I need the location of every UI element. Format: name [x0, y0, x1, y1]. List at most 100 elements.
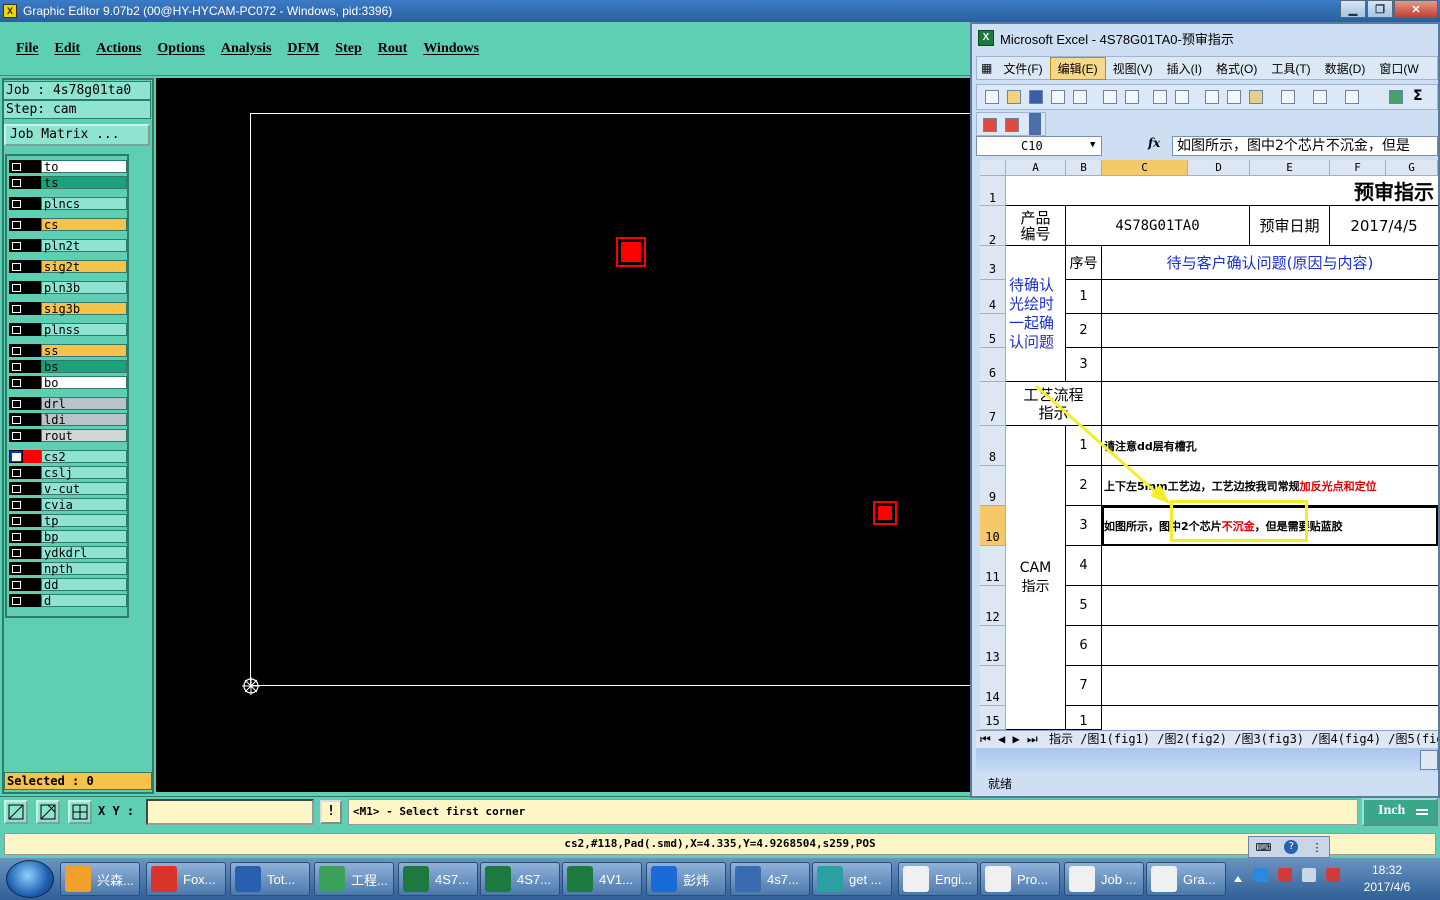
- layer-row-bo[interactable]: bo: [9, 375, 127, 390]
- layer-row-cslj[interactable]: cslj: [9, 465, 127, 480]
- layer-name[interactable]: sig3b: [41, 302, 127, 315]
- layer-checkbox[interactable]: [9, 466, 23, 479]
- layer-row-sig3b[interactable]: sig3b: [9, 301, 127, 316]
- sheet-nav-icon[interactable]: ⏮ ◀ ▶ ⏭: [976, 732, 1042, 746]
- print-icon[interactable]: [1103, 90, 1117, 104]
- excel-titlebar[interactable]: X Microsoft Excel - 4S78G01TA0-预审指示: [972, 24, 1438, 52]
- xy-input[interactable]: [146, 799, 314, 825]
- excel-menu-data[interactable]: 数据(D): [1318, 58, 1373, 79]
- cut-icon[interactable]: [1205, 90, 1219, 104]
- layer-checkbox[interactable]: [9, 344, 23, 357]
- layer-checkbox[interactable]: [9, 176, 23, 189]
- layer-color-swatch[interactable]: [23, 530, 41, 543]
- toolbar-options-icon[interactable]: [1029, 113, 1041, 135]
- layer-checkbox[interactable]: [9, 218, 23, 231]
- layer-checkbox[interactable]: [9, 397, 23, 410]
- layer-color-swatch[interactable]: [23, 302, 41, 315]
- start-button[interactable]: [6, 860, 54, 898]
- layer-name[interactable]: cslj: [41, 466, 127, 479]
- layer-row-dd[interactable]: dd: [9, 577, 127, 592]
- layer-name[interactable]: to: [41, 160, 127, 173]
- menu-edit[interactable]: Edit: [55, 41, 81, 57]
- tray-expand-icon[interactable]: [1234, 874, 1242, 882]
- unit-selector[interactable]: Inch: [1362, 798, 1438, 826]
- smd-pad-1[interactable]: [616, 237, 646, 267]
- excel-menu-edit[interactable]: 编辑(E): [1049, 56, 1106, 80]
- layer-checkbox[interactable]: [9, 498, 23, 511]
- menu-options[interactable]: Options: [157, 41, 204, 57]
- layer-name[interactable]: cvia: [41, 498, 127, 511]
- tray-flag-icon[interactable]: [1278, 868, 1292, 882]
- layer-color-swatch[interactable]: [23, 360, 41, 373]
- layer-name[interactable]: tp: [41, 514, 127, 527]
- save-icon[interactable]: [1029, 90, 1043, 104]
- autosum-icon[interactable]: Σ: [1413, 88, 1423, 104]
- layer-color-swatch[interactable]: [23, 397, 41, 410]
- spreadsheet-grid[interactable]: A B C D E F G 1 2 3 4 5 6 7 8 9 10 11 12…: [980, 160, 1438, 730]
- taskbar-item[interactable]: Pro...: [980, 862, 1060, 896]
- permission-icon[interactable]: [1051, 90, 1065, 104]
- layer-checkbox[interactable]: [9, 530, 23, 543]
- layer-color-swatch[interactable]: [23, 176, 41, 189]
- spelling-icon[interactable]: [1153, 90, 1167, 104]
- layer-checkbox[interactable]: [9, 450, 23, 463]
- layer-color-swatch[interactable]: [23, 323, 41, 336]
- layer-checkbox[interactable]: [9, 562, 23, 575]
- redo-icon[interactable]: [1345, 90, 1359, 104]
- layer-checkbox[interactable]: [9, 546, 23, 559]
- undo-icon[interactable]: [1313, 90, 1327, 104]
- excel-toolbar-icon[interactable]: [1420, 750, 1438, 770]
- layer-name[interactable]: bs: [41, 360, 127, 373]
- layer-row-to[interactable]: to: [9, 159, 127, 174]
- layer-name[interactable]: sig2t: [41, 260, 127, 273]
- layer-row-cvia[interactable]: cvia: [9, 497, 127, 512]
- layer-row-ldi[interactable]: ldi: [9, 412, 127, 427]
- layer-checkbox[interactable]: [9, 429, 23, 442]
- layer-color-swatch[interactable]: [23, 578, 41, 591]
- layer-name[interactable]: ldi: [41, 413, 127, 426]
- copy-icon[interactable]: [1227, 90, 1241, 104]
- taskbar-item[interactable]: get ...: [812, 862, 892, 896]
- layer-name[interactable]: ss: [41, 344, 127, 357]
- layer-name[interactable]: plnss: [41, 323, 127, 336]
- zoom-fit-button[interactable]: [4, 800, 28, 824]
- layer-name[interactable]: cs2: [41, 450, 127, 463]
- layer-checkbox[interactable]: [9, 360, 23, 373]
- layer-color-swatch[interactable]: [23, 160, 41, 173]
- excel-menu-format[interactable]: 格式(O): [1209, 58, 1264, 79]
- formula-bar[interactable]: 如图所示，图中2个芯片不沉金，但是: [1172, 136, 1438, 156]
- layer-color-swatch[interactable]: [23, 546, 41, 559]
- layer-name[interactable]: v-cut: [41, 482, 127, 495]
- layer-row-bs[interactable]: bs: [9, 359, 127, 374]
- layer-name[interactable]: rout: [41, 429, 127, 442]
- menu-analysis[interactable]: Analysis: [221, 41, 272, 57]
- layer-name[interactable]: dd: [41, 578, 127, 591]
- layer-color-swatch[interactable]: [23, 413, 41, 426]
- layer-row-drl[interactable]: drl: [9, 396, 127, 411]
- layer-name[interactable]: pln3b: [41, 281, 127, 294]
- menu-file[interactable]: File: [16, 41, 39, 57]
- clock[interactable]: 18:32 2017/4/6: [1350, 862, 1424, 896]
- hyperlink-icon[interactable]: [1389, 90, 1403, 104]
- layer-color-swatch[interactable]: [23, 450, 41, 463]
- layer-color-swatch[interactable]: [23, 218, 41, 231]
- excel-window[interactable]: X Microsoft Excel - 4S78G01TA0-预审指示 ▦ 文件…: [970, 22, 1440, 798]
- taskbar-item[interactable]: Gra...: [1146, 862, 1226, 896]
- taskbar-item[interactable]: Fox...: [146, 862, 226, 896]
- layer-checkbox[interactable]: [9, 413, 23, 426]
- taskbar-item[interactable]: 4V1...: [562, 862, 642, 896]
- menu-actions[interactable]: Actions: [96, 41, 141, 57]
- layer-checkbox[interactable]: [9, 239, 23, 252]
- namebox-dropdown-icon[interactable]: ▼: [1090, 140, 1095, 150]
- layer-color-swatch[interactable]: [23, 482, 41, 495]
- layer-name[interactable]: pln2t: [41, 239, 127, 252]
- new-icon[interactable]: [985, 90, 999, 104]
- layer-row-cs[interactable]: cs: [9, 217, 127, 232]
- layer-row-d[interactable]: d: [9, 593, 127, 608]
- keyboard-icon[interactable]: ⌨: [1256, 841, 1272, 854]
- layer-color-swatch[interactable]: [23, 281, 41, 294]
- layer-checkbox[interactable]: [9, 302, 23, 315]
- layer-color-swatch[interactable]: [23, 344, 41, 357]
- layer-row-plnss[interactable]: plnss: [9, 322, 127, 337]
- email-icon[interactable]: [1073, 90, 1087, 104]
